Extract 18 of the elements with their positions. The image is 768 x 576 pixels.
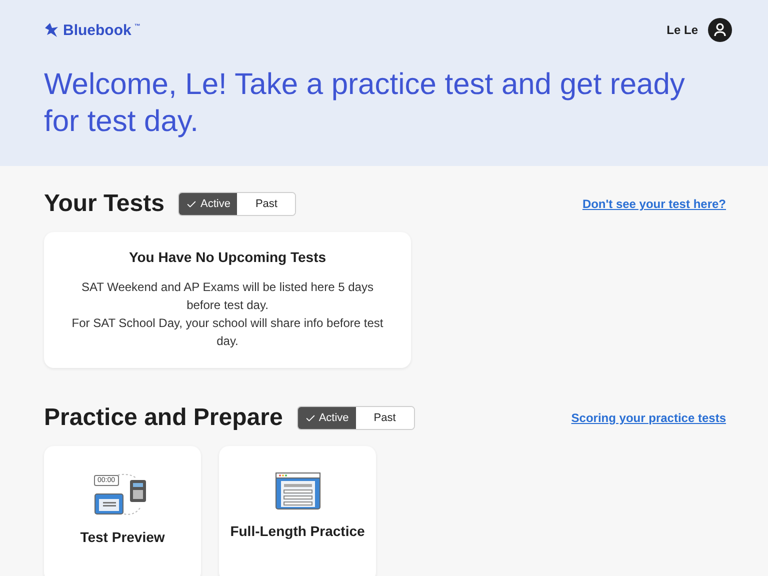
test-window-icon	[274, 472, 320, 510]
section-title: Practice and Prepare	[44, 404, 283, 432]
avatar-icon[interactable]	[708, 18, 732, 42]
toggle-tab[interactable]: Active	[298, 407, 356, 429]
user-name: Le Le	[666, 23, 698, 37]
welcome-heading: Welcome, Le! Take a practice test and get ready for test day.	[44, 67, 686, 140]
help-link[interactable]: Scoring your practice tests	[571, 411, 726, 425]
toggle-tab[interactable]: Active	[179, 193, 238, 215]
card-title: You Have No Upcoming Tests	[128, 249, 328, 265]
star-logo-icon	[44, 22, 60, 38]
logo-text: Bluebook	[63, 22, 132, 38]
check-icon	[186, 198, 198, 210]
card-text: For SAT School Day, your school will share info before test day.	[70, 315, 384, 350]
section-title: Your Tests	[44, 190, 164, 218]
card-text: SAT Weekend and AP Exams will be listed here 5 days before test day.	[80, 279, 374, 314]
help-link[interactable]: Don't see your test here?	[582, 197, 726, 211]
practice-tile[interactable]: Full-Length Practice	[219, 446, 376, 576]
check-icon	[304, 412, 316, 424]
